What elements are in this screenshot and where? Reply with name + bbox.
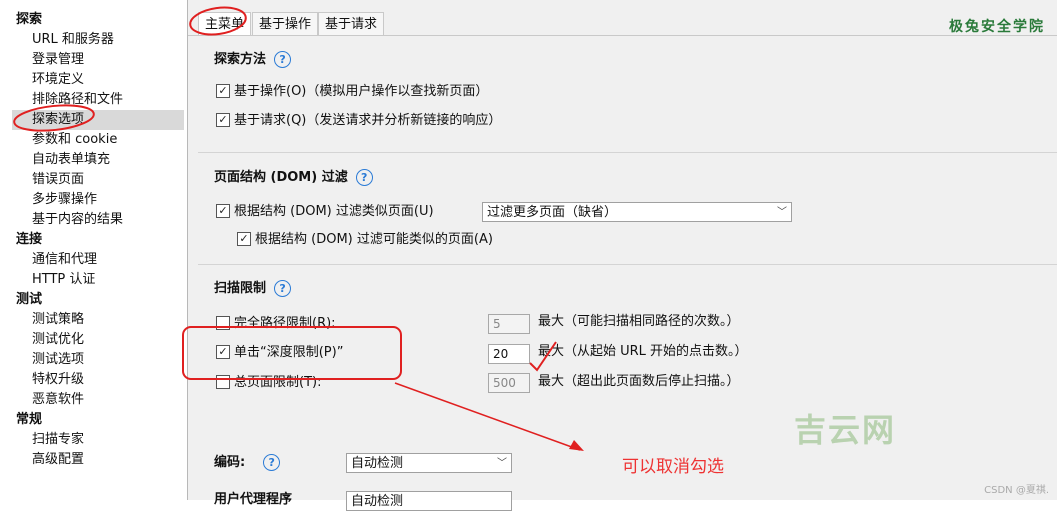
chevron-down-icon: ﹀ (777, 207, 787, 218)
section-title: 探索方法 (214, 52, 267, 67)
section-explore-method: 探索方法? (214, 50, 292, 70)
checkbox-unchecked-icon[interactable] (216, 374, 230, 389)
option-dom-filter-maybe[interactable]: ✓ 根据结构 (DOM) 过滤可能类似的页面(A) (237, 230, 493, 250)
tree-item-multistep[interactable]: 多步骤操作 (32, 190, 97, 210)
section-title: 页面结构 (DOM) 过滤 (214, 170, 348, 185)
limit-description: 最大（从起始 URL 开始的点击数。） (538, 344, 748, 359)
select-value: 过滤更多页面（缺省） (487, 205, 618, 220)
tree-item-scan-expert[interactable]: 扫描专家 (32, 430, 84, 450)
limit-description: 最大（可能扫描相同路径的次数。） (538, 314, 740, 329)
option-dom-filter-similar[interactable]: ✓ 根据结构 (DOM) 过滤类似页面(U) (216, 202, 434, 222)
limit-description: 最大（超出此页面数后停止扫描。） (538, 374, 740, 389)
tree-item-test-optimize[interactable]: 测试优化 (32, 330, 84, 350)
depth-limit-input[interactable]: 20 (488, 344, 530, 364)
section-dom-filter: 页面结构 (DOM) 过滤? (214, 168, 373, 188)
checkbox-checked-icon[interactable]: ✓ (237, 231, 251, 246)
help-icon[interactable]: ? (355, 169, 373, 186)
select-value: 自动检测 (351, 494, 404, 509)
tree-item-auto-form[interactable]: 自动表单填充 (32, 150, 110, 170)
section-title: 扫描限制 (214, 281, 267, 296)
tree-item-content-results[interactable]: 基于内容的结果 (32, 210, 123, 230)
full-path-limit-input[interactable]: 5 (488, 314, 530, 334)
limit-full-path[interactable]: 完全路径限制(R): (216, 314, 336, 334)
encoding-label: 编码: (214, 455, 246, 470)
tree-category-general[interactable]: 常规 (16, 410, 42, 430)
tree-item-http-auth[interactable]: HTTP 认证 (32, 270, 95, 290)
tree-category-explore[interactable]: 探索 (16, 10, 42, 30)
limit-label: 总页面限制(T): (234, 375, 322, 390)
help-icon[interactable]: ? (263, 454, 281, 471)
tab-main[interactable]: 主菜单 (198, 12, 252, 36)
tree-category-connection[interactable]: 连接 (16, 230, 42, 250)
tab-divider (188, 35, 1057, 36)
tree-item-test-policy[interactable]: 测试策略 (32, 310, 84, 330)
tree-item-privilege[interactable]: 特权升级 (32, 370, 84, 390)
option-label: 根据结构 (DOM) 过滤类似页面(U) (234, 204, 434, 219)
encoding-row: 编码:? (214, 453, 281, 473)
watermark-logo: 吉云网 (794, 411, 897, 449)
annotation-text: 可以取消勾选 (622, 457, 724, 477)
checkbox-unchecked-icon[interactable] (216, 315, 230, 330)
user-agent-row: 用户代理程序 (214, 490, 292, 510)
source-credit: CSDN @夏祺. (984, 485, 1049, 496)
main-panel: 主菜单 基于操作 基于请求 极兔安全学院 探索方法? ✓ 基于操作(O)（模拟用户… (188, 0, 1057, 511)
select-value: 自动检测 (351, 456, 404, 471)
limit-label: 完全路径限制(R): (234, 316, 336, 331)
limit-depth[interactable]: ✓ 单击“深度限制(P)” (216, 343, 343, 363)
user-agent-select[interactable]: 自动检测 (346, 491, 512, 511)
tree-item-environment[interactable]: 环境定义 (32, 70, 84, 90)
brand-label: 极兔安全学院 (949, 19, 1045, 35)
limit-total-pages[interactable]: 总页面限制(T): (216, 373, 321, 393)
encoding-select[interactable]: 自动检测 ﹀ (346, 453, 512, 473)
option-request-based[interactable]: ✓ 基于请求(Q)（发送请求并分析新链接的响应） (216, 111, 501, 131)
tree-item-login[interactable]: 登录管理 (32, 50, 84, 70)
help-icon[interactable]: ? (274, 280, 292, 297)
tree-item-malware[interactable]: 恶意软件 (32, 390, 84, 410)
option-label: 基于操作(O)（模拟用户操作以查找新页面） (234, 84, 489, 99)
tree-item-advanced[interactable]: 高级配置 (32, 450, 84, 470)
checkbox-checked-icon[interactable]: ✓ (216, 344, 230, 359)
option-label: 基于请求(Q)（发送请求并分析新链接的响应） (234, 113, 502, 128)
checkbox-checked-icon[interactable]: ✓ (216, 83, 230, 98)
tree-category-test[interactable]: 测试 (16, 290, 42, 310)
dom-filter-select[interactable]: 过滤更多页面（缺省） ﹀ (482, 202, 792, 222)
tree-item-params-cookie[interactable]: 参数和 cookie (32, 130, 117, 150)
help-icon[interactable]: ? (274, 51, 292, 68)
tab-action-based[interactable]: 基于操作 (252, 12, 319, 36)
option-label: 根据结构 (DOM) 过滤可能类似的页面(A) (255, 232, 493, 247)
tree-item-url-server[interactable]: URL 和服务器 (32, 30, 114, 50)
tree-item-test-options[interactable]: 测试选项 (32, 350, 84, 370)
settings-tree: 探索 URL 和服务器 登录管理 环境定义 排除路径和文件 探索选项 参数和 c… (0, 0, 188, 500)
chevron-down-icon: ﹀ (497, 458, 507, 469)
total-pages-limit-input[interactable]: 500 (488, 373, 530, 393)
divider (198, 264, 1057, 265)
tree-item-exclude-paths[interactable]: 排除路径和文件 (32, 90, 123, 110)
divider (198, 152, 1057, 153)
section-scan-limit: 扫描限制? (214, 279, 292, 299)
checkbox-checked-icon[interactable]: ✓ (216, 112, 230, 127)
limit-label: 单击“深度限制(P)” (234, 345, 344, 360)
tab-request-based[interactable]: 基于请求 (318, 12, 385, 36)
tree-item-proxy[interactable]: 通信和代理 (32, 250, 97, 270)
checkbox-checked-icon[interactable]: ✓ (216, 203, 230, 218)
option-action-based[interactable]: ✓ 基于操作(O)（模拟用户操作以查找新页面） (216, 82, 488, 102)
tree-item-error-pages[interactable]: 错误页面 (32, 170, 84, 190)
tree-item-explore-options[interactable]: 探索选项 (12, 110, 184, 130)
